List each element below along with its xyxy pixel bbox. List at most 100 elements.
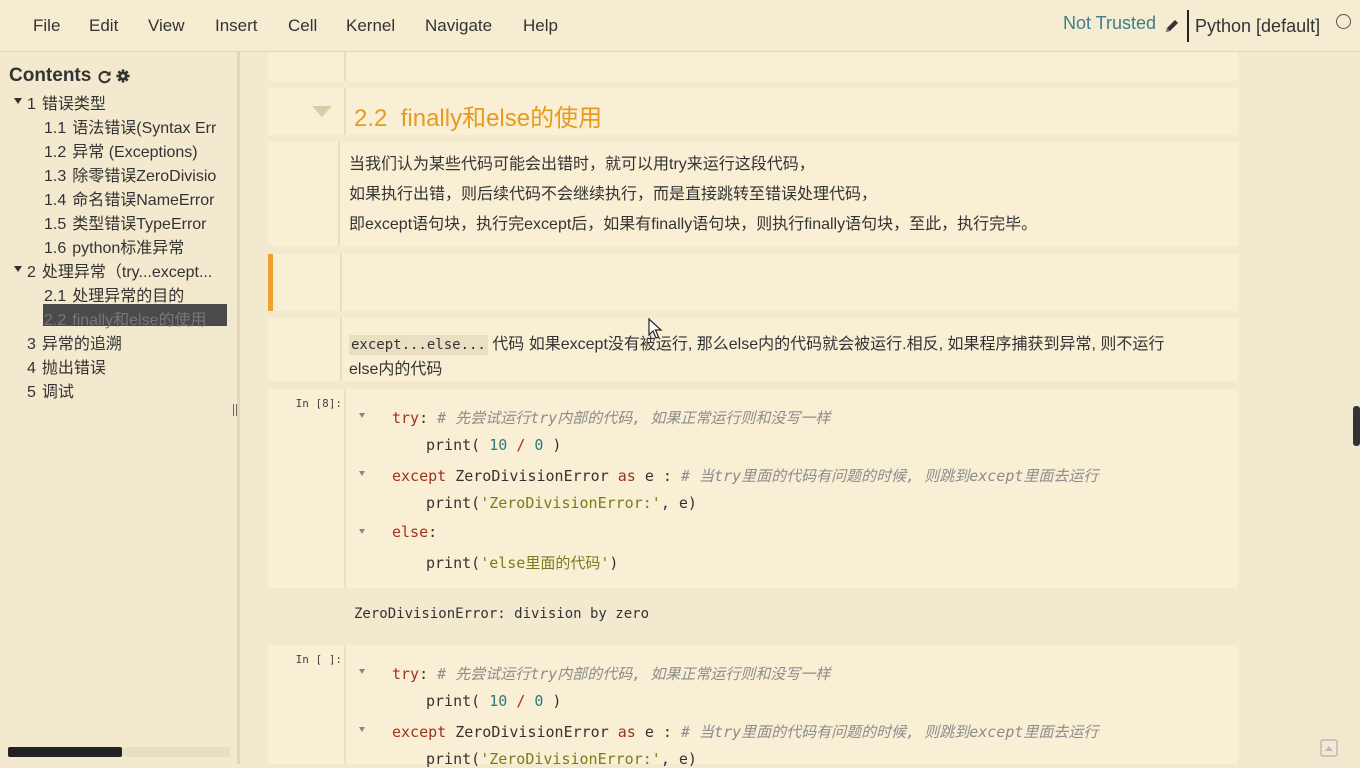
menu-edit[interactable]: Edit — [89, 16, 118, 36]
toc-item-2-2[interactable]: 2.2 finally和else的使用 — [44, 306, 229, 330]
fold-arrow-icon[interactable] — [359, 669, 365, 674]
number: 0 — [534, 692, 544, 710]
toc-item-1-2[interactable]: 1.2 异常 (Exceptions) — [44, 138, 229, 162]
menu-help[interactable]: Help — [523, 16, 558, 36]
toc-sidebar: Contents 1 错误类型 1.1 语法错误(Syntax Err 1.2 异常 … — [0, 52, 240, 764]
variable: e — [644, 467, 654, 485]
toc-number: 1.5 — [44, 216, 67, 233]
refresh-icon[interactable] — [97, 69, 112, 84]
keyword: else — [392, 523, 429, 541]
toc-item-1-4[interactable]: 1.4 命名错误NameError — [44, 186, 229, 210]
comment: # 先尝试运行try内部的代码, 如果正常运行则和没写一样 — [437, 665, 831, 683]
section-heading: 2.2 finally和else的使用 — [354, 98, 602, 133]
code-cell-2[interactable]: In [ ]: try: # 先尝试运行try内部的代码, 如果正常运行则和没写… — [268, 645, 1238, 768]
sidebar-horizontal-scrollbar[interactable] — [8, 747, 230, 757]
keyword: try — [392, 409, 420, 427]
builtin: print — [426, 494, 472, 512]
toc-item-3[interactable]: 3 异常的追溯 — [27, 330, 227, 354]
comment: # 当try里面的代码有问题的时候, 则跳到except里面去运行 — [681, 467, 1099, 485]
selection-indicator — [268, 254, 273, 311]
toc-label: 类型错误TypeError — [72, 216, 207, 233]
toc-number: 5 — [27, 384, 36, 401]
keyword: as — [617, 467, 636, 485]
exception-name: ZeroDivisionError — [455, 723, 609, 741]
cell-output: ZeroDivisionError: division by zero — [354, 606, 650, 622]
kernel-separator — [1187, 10, 1189, 42]
toc-number: 1.4 — [44, 192, 67, 209]
toc-item-2[interactable]: 2 处理异常（try...except... — [27, 258, 233, 282]
fold-arrow-icon[interactable] — [359, 471, 365, 476]
page-scrollbar-thumb[interactable] — [1353, 406, 1360, 446]
toc-label: 处理异常（try...except... — [41, 264, 213, 281]
heading-number: 2.2 — [354, 105, 388, 132]
kernel-status-icon — [1336, 14, 1351, 29]
paragraph-text: 代码 如果except没有被运行, 那么else内的代码就会被运行.相反, 如果… — [487, 336, 1165, 353]
toc-item-1[interactable]: 1 错误类型 — [27, 90, 227, 114]
markdown-cell[interactable]: 当我们认为某些代码可能会出错时，就可以用try来运行这段代码， 如果执行出错，则… — [268, 142, 1238, 246]
resize-grip-icon[interactable] — [233, 404, 237, 416]
collapse-heading-icon[interactable] — [312, 106, 332, 118]
kernel-name: Python [default] — [1195, 16, 1321, 36]
cell-divider — [340, 254, 342, 311]
code-line: except ZeroDivisionError as e : # 当try里面… — [392, 723, 1099, 741]
paragraph-line: except...else... 代码 如果except没有被运行, 那么els… — [349, 330, 1165, 355]
menu-kernel[interactable]: Kernel — [346, 16, 395, 36]
toc-number: 1.1 — [44, 120, 67, 137]
menu-navigate[interactable]: Navigate — [425, 16, 492, 36]
input-prompt: In [8]: — [295, 397, 342, 410]
toc-label: 调试 — [41, 384, 74, 401]
collapse-caret-icon[interactable] — [14, 266, 22, 272]
keyword: except — [392, 467, 447, 485]
fold-arrow-icon[interactable] — [359, 413, 365, 418]
menu-view[interactable]: View — [148, 16, 185, 36]
cell-divider — [340, 318, 342, 381]
heading-text: finally和else的使用 — [400, 105, 603, 132]
heading-cell[interactable]: 2.2 finally和else的使用 — [268, 88, 1238, 135]
collapse-caret-icon[interactable] — [14, 98, 22, 104]
menu-cell[interactable]: Cell — [288, 16, 317, 36]
scroll-to-top-icon[interactable] — [1320, 739, 1338, 757]
code-line: print('ZeroDivisionError:', e) — [426, 750, 697, 768]
toc-item-2-1[interactable]: 2.1 处理异常的目的 — [44, 282, 229, 306]
toc-label: python标准异常 — [72, 240, 185, 257]
selected-empty-cell[interactable] — [268, 254, 1238, 311]
string: 'ZeroDivisionError:' — [480, 750, 661, 768]
keyword: try — [392, 665, 420, 683]
cell-divider — [344, 52, 346, 81]
mouse-cursor-icon — [648, 318, 663, 339]
toc-item-1-6[interactable]: 1.6 python标准异常 — [44, 234, 229, 258]
number: 0 — [534, 436, 544, 454]
toc-item-1-1[interactable]: 1.1 语法错误(Syntax Err — [44, 114, 229, 138]
toc-label: 抛出错误 — [41, 360, 106, 377]
markdown-cell-except-else[interactable]: except...else... 代码 如果except没有被运行, 那么els… — [268, 318, 1238, 381]
fold-arrow-icon[interactable] — [359, 529, 365, 534]
variable: e — [644, 723, 654, 741]
code-line: else: — [392, 523, 438, 541]
toc-item-1-3[interactable]: 1.3 除零错误ZeroDivisio — [44, 162, 229, 186]
paragraph-line: 如果执行出错，则后续代码不会继续执行，而是直接跳转至错误处理代码， — [349, 186, 878, 203]
toc-label: 除零错误ZeroDivisio — [72, 168, 217, 185]
menu-file[interactable]: File — [33, 16, 60, 36]
exception-name: ZeroDivisionError — [455, 467, 609, 485]
builtin: print — [426, 554, 472, 572]
notebook-cell-partial[interactable] — [268, 52, 1238, 81]
paragraph-line: else内的代码 — [349, 361, 443, 378]
scrollbar-thumb[interactable] — [8, 747, 122, 757]
paragraph-line: 当我们认为某些代码可能会出错时，就可以用try来运行这段代码， — [349, 156, 815, 173]
menu-insert[interactable]: Insert — [215, 16, 258, 36]
toc-label: 异常 (Exceptions) — [72, 144, 198, 161]
input-prompt: In [ ]: — [295, 653, 342, 666]
fold-arrow-icon[interactable] — [359, 727, 365, 732]
gear-icon[interactable] — [116, 69, 130, 83]
toc-item-5[interactable]: 5 调试 — [27, 378, 227, 402]
variable: e — [678, 750, 688, 768]
trust-status-button[interactable]: Not Trusted — [1063, 13, 1156, 34]
toc-number: 2.2 — [44, 312, 67, 329]
toc-item-4[interactable]: 4 抛出错误 — [27, 354, 227, 378]
menubar: File Edit View Insert Cell Kernel Naviga… — [0, 0, 1360, 52]
toc-item-1-5[interactable]: 1.5 类型错误TypeError — [44, 210, 229, 234]
string: 'else里面的代码' — [480, 554, 610, 572]
code-cell[interactable]: In [8]: try: # 先尝试运行try内部的代码, 如果正常运行则和没写… — [268, 389, 1238, 588]
comment: # 先尝试运行try内部的代码, 如果正常运行则和没写一样 — [437, 409, 831, 427]
toc-number: 1.2 — [44, 144, 67, 161]
